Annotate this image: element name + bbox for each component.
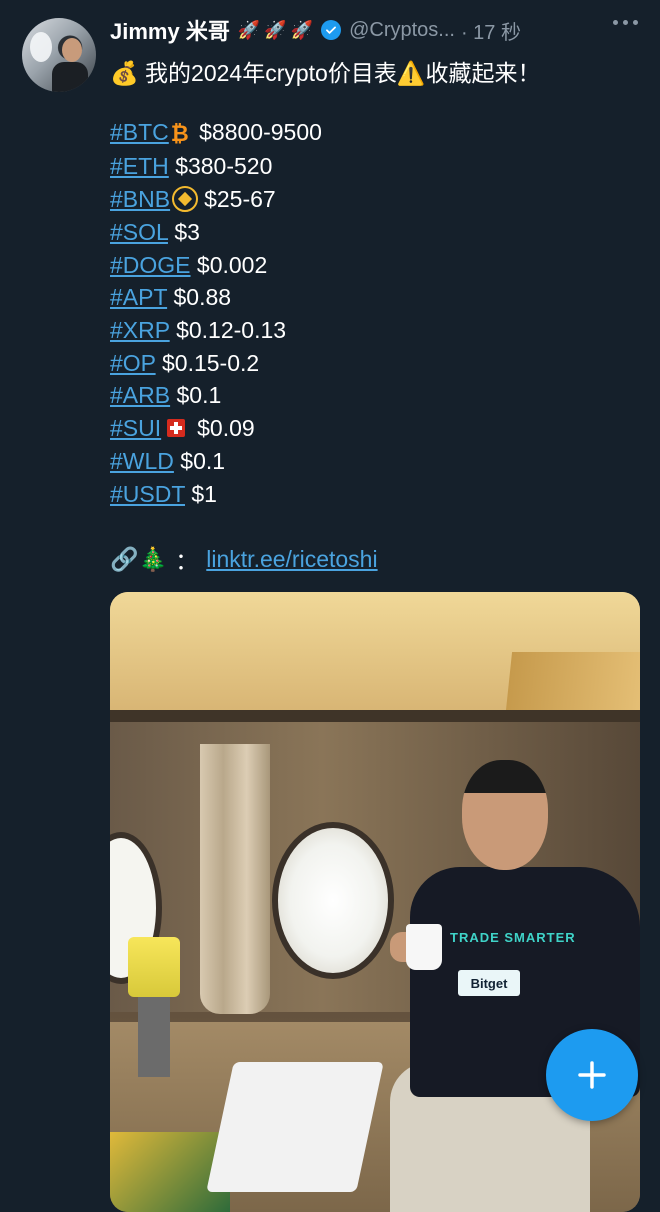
price-row: #ARB $0.1 — [110, 379, 322, 412]
avatar-head — [62, 38, 82, 62]
hashtag-link[interactable]: #XRP — [110, 317, 170, 343]
price-value: $380-520 — [175, 153, 273, 180]
warning-emoji: ⚠️ — [396, 60, 426, 86]
photo-lamp-base — [138, 997, 170, 1077]
headline-text: 我的2024年crypto价目表 — [145, 60, 397, 86]
bitcoin-icon: ₿ — [170, 120, 189, 146]
photo-shirt-text: TRADE SMARTER — [450, 930, 576, 945]
price-row: #BTC₿ $8800-9500 — [110, 116, 322, 150]
timestamp[interactable]: · 17 秒 — [461, 16, 521, 45]
price-row: #APT $0.88 — [110, 281, 322, 314]
price-value: $0.09 — [197, 415, 255, 442]
verified-badge-icon — [321, 20, 342, 40]
price-row: #DOGE $0.002 — [110, 249, 322, 282]
compose-button[interactable] — [546, 1029, 638, 1121]
price-value: $25-67 — [204, 185, 276, 212]
tweet-headline: 💰 我的2024年crypto价目表⚠️收藏起来！ — [110, 54, 540, 88]
photo-shirt-logo: Bitget — [458, 970, 520, 996]
linktree-link[interactable]: linktr.ee/ricetoshi — [206, 546, 377, 573]
price-row: #ETH $380-520 — [110, 150, 322, 183]
hashtag-link[interactable]: #BNB — [110, 186, 170, 212]
bnb-icon — [172, 185, 199, 212]
photo-window — [272, 822, 394, 979]
price-row: #XRP $0.12-0.13 — [110, 314, 322, 347]
more-options-icon[interactable] — [613, 20, 638, 25]
price-value: $0.15-0.2 — [162, 349, 260, 376]
photo-lamp — [128, 937, 180, 997]
price-row: #WLD $0.1 — [110, 445, 322, 478]
price-value: $3 — [174, 218, 200, 245]
name-emojis: 🚀🚀🚀 — [237, 19, 318, 40]
photo-curtain — [200, 744, 270, 1014]
tweet-header: Jimmy 米哥 🚀🚀🚀 @Cryptos... · 17 秒 — [110, 14, 638, 46]
link-emojis: 🔗🎄 — [110, 545, 168, 572]
price-value: $8800-9500 — [199, 119, 322, 145]
photo-rail — [110, 710, 640, 722]
hashtag-link[interactable]: #SOL — [110, 219, 168, 245]
display-name[interactable]: Jimmy 米哥 — [110, 14, 230, 46]
hashtag-link[interactable]: #ETH — [110, 153, 169, 179]
plus-icon — [578, 1061, 606, 1089]
swiss-flag-icon — [167, 419, 186, 438]
hashtag-link[interactable]: #WLD — [110, 448, 174, 474]
photo-person-head — [462, 760, 548, 870]
hashtag-link[interactable]: #BTC — [110, 119, 169, 145]
hashtag-link[interactable]: #APT — [110, 284, 167, 310]
money-bag-emoji: 💰 — [110, 60, 139, 86]
hashtag-link[interactable]: #OP — [110, 350, 156, 376]
price-value: $0.88 — [173, 284, 232, 311]
price-row: #OP $0.15-0.2 — [110, 347, 322, 380]
photo-cup — [406, 924, 442, 970]
photo-tablet — [206, 1062, 384, 1192]
avatar-window — [30, 32, 52, 62]
hashtag-link[interactable]: #USDT — [110, 481, 185, 507]
link-line: 🔗🎄 ： linktr.ee/ricetoshi — [110, 542, 378, 576]
hashtag-link[interactable]: #ARB — [110, 382, 170, 408]
avatar-shirt — [52, 62, 88, 92]
tweet-photo[interactable]: TRADE SMARTER Bitget — [110, 592, 640, 1212]
price-value: $1 — [191, 480, 217, 507]
price-row: #BNB $25-67 — [110, 183, 322, 216]
hashtag-link[interactable]: #DOGE — [110, 252, 191, 278]
price-row: #USDT $1 — [110, 478, 322, 511]
price-value: $0.12-0.13 — [176, 317, 287, 343]
link-colon: ： — [175, 548, 199, 574]
price-list: #BTC₿ $8800-9500 #ETH $380-520 #BNB $25-6… — [110, 116, 322, 510]
price-row: #SUI $0.09 — [110, 412, 322, 445]
price-value: $0.002 — [196, 251, 268, 278]
headline-tail: 收藏起来！ — [425, 60, 541, 86]
handle[interactable]: @Cryptos... — [349, 19, 455, 42]
avatar[interactable] — [22, 18, 96, 92]
price-value: $0.1 — [176, 382, 222, 409]
price-row: #SOL $3 — [110, 216, 322, 249]
hashtag-link[interactable]: #SUI — [110, 415, 161, 441]
price-value: $0.1 — [180, 447, 226, 474]
